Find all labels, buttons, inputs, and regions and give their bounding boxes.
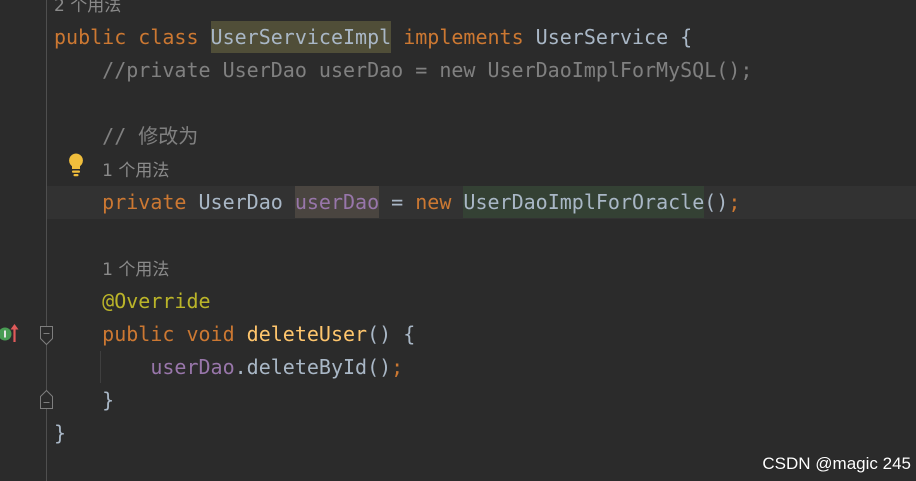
code-line[interactable]: 1 个用法 [47,153,916,186]
code-token[interactable]: = [379,190,415,214]
code-token[interactable]: ; [391,355,403,379]
code-line[interactable]: // 修改为 [47,120,916,153]
code-token[interactable]: // 修改为 [54,124,198,148]
usage-count-hint[interactable]: 2 个用法 [54,0,121,16]
code-token[interactable] [54,256,102,280]
code-line[interactable]: public class UserServiceImpl implements … [47,20,916,54]
code-line[interactable]: 2 个用法 [47,0,916,21]
code-line[interactable]: public void deleteUser() { [47,318,916,351]
code-line[interactable] [47,87,916,120]
code-token[interactable]: //private UserDao userDao = new UserDaoI… [54,58,752,82]
lightbulb-icon[interactable] [67,152,85,178]
code-token[interactable]: deleteUser [247,322,367,346]
code-token[interactable]: .deleteById() [235,355,392,379]
fold-marker-icon[interactable] [39,325,54,347]
usage-count-hint[interactable]: 1 个用法 [102,161,169,181]
code-token[interactable]: UserDao [199,190,295,214]
code-token[interactable]: UserServiceImpl [210,20,392,53]
fold-marker-icon[interactable] [39,389,54,411]
code-token[interactable]: () [704,190,728,214]
code-token[interactable]: } [54,388,114,412]
code-token[interactable]: ; [728,190,740,214]
code-token[interactable]: userDao [294,185,380,218]
code-token[interactable]: } [54,421,66,445]
code-editor[interactable]: 2 个用法 public class UserServiceImpl implem… [0,0,916,481]
watermark: CSDN @magic 245 [762,454,911,473]
code-line[interactable]: @Override [47,285,916,318]
code-line[interactable]: //private UserDao userDao = new UserDaoI… [47,54,916,87]
code-line[interactable]: userDao.deleteById(); [47,351,916,384]
code-line[interactable]: 1 个用法 [47,252,916,285]
code-token[interactable]: UserDaoImplForOracle [463,185,705,218]
code-token[interactable]: new [415,190,463,214]
usage-count-hint[interactable]: 1 个用法 [102,260,169,280]
code-line[interactable]: } [47,384,916,417]
code-line[interactable]: } [47,417,916,450]
code-token[interactable]: UserService { [536,25,693,49]
code-token[interactable]: public void [54,322,247,346]
code-token[interactable]: userDao [54,355,234,379]
indent-guide [100,351,101,383]
code-lines[interactable]: 2 个用法 public class UserServiceImpl implem… [47,0,916,450]
code-token[interactable]: () { [367,322,415,346]
code-line[interactable] [47,219,916,252]
code-line-current[interactable]: private UserDao userDao = new UserDaoImp… [47,185,916,219]
code-token[interactable]: implements [391,25,536,49]
code-token[interactable]: private [54,190,199,214]
code-token[interactable]: @Override [54,289,210,313]
implements-method-icon[interactable] [0,322,22,346]
code-token[interactable]: public class [54,25,211,49]
